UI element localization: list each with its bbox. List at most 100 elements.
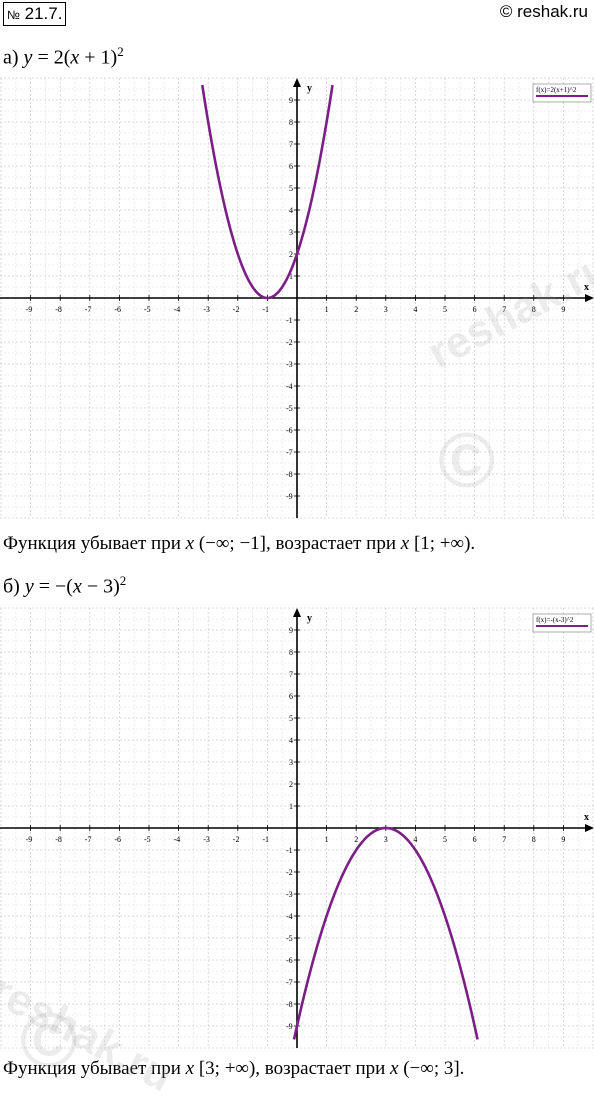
x-tick-label-a: 8 [532,305,536,314]
x-tick-label-b: -7 [85,835,92,844]
y-axis-label-a: y [307,83,312,94]
y-tick-label-b: 7 [289,670,293,679]
x-tick-label-b: -1 [262,835,269,844]
y-tick-label-a: -6 [286,426,293,435]
site-credit: © reshak.ru [499,2,588,21]
part-b-rest: − 3) [81,575,120,598]
part-b-lhs: y [24,575,34,598]
y-tick-label-b: -1 [286,846,293,855]
part-b-var1: x [185,1058,195,1079]
chart-b: x y -9 -8 -7 -6 -5 -4 -3 -2 -1 1 2 3 4 5 6 7 8 9 -9 -8 -7 -6 -5 -… [0,607,594,1049]
part-a-var1: x [185,533,195,554]
task-number-sign: № [7,8,20,22]
y-tick-label-b: 3 [289,758,293,767]
x-tick-label-b: 1 [325,835,329,844]
y-tick-label-a: 8 [289,118,293,127]
y-tick-label-b: 1 [289,802,293,811]
y-axis-label-b: y [307,613,312,624]
x-tick-label-b: -9 [26,835,33,844]
x-tick-label-b: 3 [384,835,388,844]
x-tick-label-a: -2 [233,305,240,314]
x-tick-label-b: 8 [532,835,536,844]
x-tick-label-a: 6 [473,305,477,314]
x-tick-label-a: -9 [26,305,33,314]
y-tick-label-a: -5 [286,404,293,413]
x-tick-label-a: 9 [561,305,565,314]
x-tick-label-a: -4 [174,305,181,314]
y-tick-label-a: -2 [286,338,293,347]
x-tick-label-b: 4 [413,835,417,844]
header: № 21.7. © reshak.ru [0,0,594,30]
x-tick-label-b: -5 [144,835,151,844]
y-tick-label-a: 2 [289,250,293,259]
part-a-interval1: (−∞; −1], возрастает при [194,533,401,554]
part-b-equation: б) y = −(x − 3)2 [3,573,126,599]
task-number: 21.7. [24,4,63,23]
y-tick-label-a: 6 [289,162,293,171]
y-tick-label-a: 4 [289,206,293,215]
part-b-power: 2 [119,573,127,588]
part-b-text1: Функция убывает при [3,1058,186,1079]
x-tick-label-b: 2 [354,835,358,844]
y-tick-label-a: -7 [286,448,293,457]
y-tick-label-b: -3 [286,890,293,899]
y-tick-label-b: 8 [289,648,293,657]
part-b-prefix: б) [3,575,20,598]
y-axis-arrow-a [293,78,301,87]
part-a-var: x [70,46,80,69]
part-b-interval2: (−∞; 3]. [398,1058,465,1079]
y-tick-label-b: -7 [286,978,293,987]
x-axis-label-a: x [584,282,589,293]
x-tick-label-b: -8 [55,835,62,844]
part-a-interval2: [1; +∞). [409,533,476,554]
part-a-var2: x [400,533,410,554]
y-tick-label-a: 3 [289,228,293,237]
x-tick-label-b: 7 [502,835,506,844]
y-tick-label-a: 9 [289,96,293,105]
y-tick-label-b: -8 [286,1000,293,1009]
x-tick-label-a: 7 [502,305,506,314]
x-tick-label-a: -6 [114,305,121,314]
part-a-prefix: а) [3,46,19,69]
y-tick-label-b: -5 [286,934,293,943]
part-a-text1: Функция убывает при [3,533,186,554]
y-tick-label-b: 9 [289,626,293,635]
x-tick-label-b: 9 [561,835,565,844]
y-tick-label-b: -4 [286,912,293,921]
y-tick-label-a: -3 [286,360,293,369]
x-tick-label-a: 1 [325,305,329,314]
y-tick-label-a: 7 [289,140,293,149]
y-tick-label-b: -2 [286,868,293,877]
legend-label-a: f(x)=2(x+1)^2 [536,86,577,94]
y-tick-label-a: -4 [286,382,293,391]
y-tick-label-b: -6 [286,956,293,965]
task-number-box: № 21.7. [3,2,67,26]
y-tick-label-b: 6 [289,692,293,701]
x-tick-label-a: -7 [85,305,92,314]
x-axis-label-b: x [584,812,589,823]
y-tick-label-b: 4 [289,736,293,745]
y-tick-label-b: 5 [289,714,293,723]
part-a-eq: = 2( [32,46,71,69]
x-tick-label-b: -4 [174,835,181,844]
x-tick-label-a: -1 [262,305,269,314]
part-a-conclusion: Функция убывает при x (−∞; −1], возраста… [3,533,475,555]
legend-label-b: f(x)=-(x-3)^2 [536,616,574,624]
y-tick-label-a: -9 [286,492,293,501]
x-tick-label-b: 6 [473,835,477,844]
part-b-conclusion: Функция убывает при x [3; +∞), возрастае… [3,1058,464,1080]
y-tick-label-b: 2 [289,780,293,789]
x-tick-label-a: -3 [203,305,210,314]
x-tick-label-b: -6 [114,835,121,844]
y-tick-label-b: -9 [286,1022,293,1031]
part-a-rest: + 1) [79,46,118,69]
y-tick-label-a: 5 [289,184,293,193]
part-b-var: x [72,575,82,598]
x-tick-label-b: -2 [233,835,240,844]
y-tick-label-a: -8 [286,470,293,479]
chart-a: x y -9 -8 -7 -6 -5 -4 -3 -2 -1 1 2 3 4 5 6 7 8 9 -9 -8 -7 -6 -5 -… [0,77,594,519]
x-tick-label-b: -3 [203,835,210,844]
x-tick-label-a: 3 [384,305,388,314]
part-a-power: 2 [117,44,124,59]
x-tick-label-a: -8 [55,305,62,314]
